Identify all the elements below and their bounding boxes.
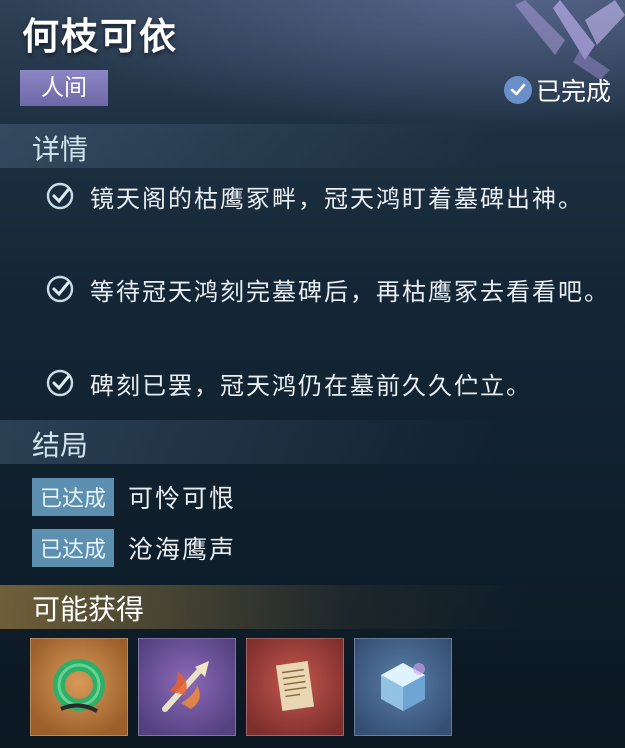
status-label: 已完成 <box>535 77 611 106</box>
crystal-cube-icon <box>381 663 425 711</box>
task-text: 碑刻已罢，冠天鸿仍在墓前久久伫立。 <box>90 372 532 400</box>
reward-item-crystal-cube[interactable] <box>354 638 452 736</box>
rewards-header: 可能获得 <box>32 593 145 626</box>
check-icon <box>46 275 74 303</box>
scroll-document-icon <box>275 660 315 712</box>
reward-item-scroll[interactable] <box>246 638 344 736</box>
achieved-badge: 已达成 <box>32 478 115 516</box>
endings-header: 结局 <box>32 429 89 462</box>
endings-header-bar <box>0 420 625 464</box>
achieved-badge: 已达成 <box>32 529 115 567</box>
task-step: 碑刻已罢，冠天鸿仍在墓前久久伫立。 <box>44 363 614 409</box>
ending-item[interactable]: 已达成 可怜可恨 <box>32 478 236 516</box>
details-header: 详情 <box>32 133 89 166</box>
check-icon <box>46 182 74 210</box>
task-step: 镜天阁的枯鹰冢畔，冠天鸿盯着墓碑出神。 <box>44 176 614 222</box>
reward-list <box>30 638 452 736</box>
task-step: 等待冠天鸿刻完墓碑后，再枯鹰冢去看看吧。 <box>44 269 614 315</box>
details-header-bar <box>0 124 625 168</box>
completed-check-icon <box>503 76 532 104</box>
reward-item-flame-sword[interactable] <box>138 638 236 736</box>
task-text: 镜天阁的枯鹰冢畔，冠天鸿盯着墓碑出神。 <box>90 185 584 213</box>
task-text: 等待冠天鸿刻完墓碑后，再枯鹰冢去看看吧。 <box>90 278 610 306</box>
check-icon <box>46 369 74 397</box>
flame-sword-icon <box>162 661 209 712</box>
quest-title: 何枝可依 <box>22 14 178 58</box>
ending-item[interactable]: 已达成 沧海鹰声 <box>32 529 236 567</box>
world-tag: 人间 <box>20 70 108 106</box>
ending-name: 可怜可恨 <box>128 484 237 513</box>
ending-name: 沧海鹰声 <box>128 535 237 564</box>
jade-ring-icon <box>53 659 105 713</box>
reward-item-jade-ring[interactable] <box>30 638 128 736</box>
quest-status: 已完成 <box>503 72 611 108</box>
